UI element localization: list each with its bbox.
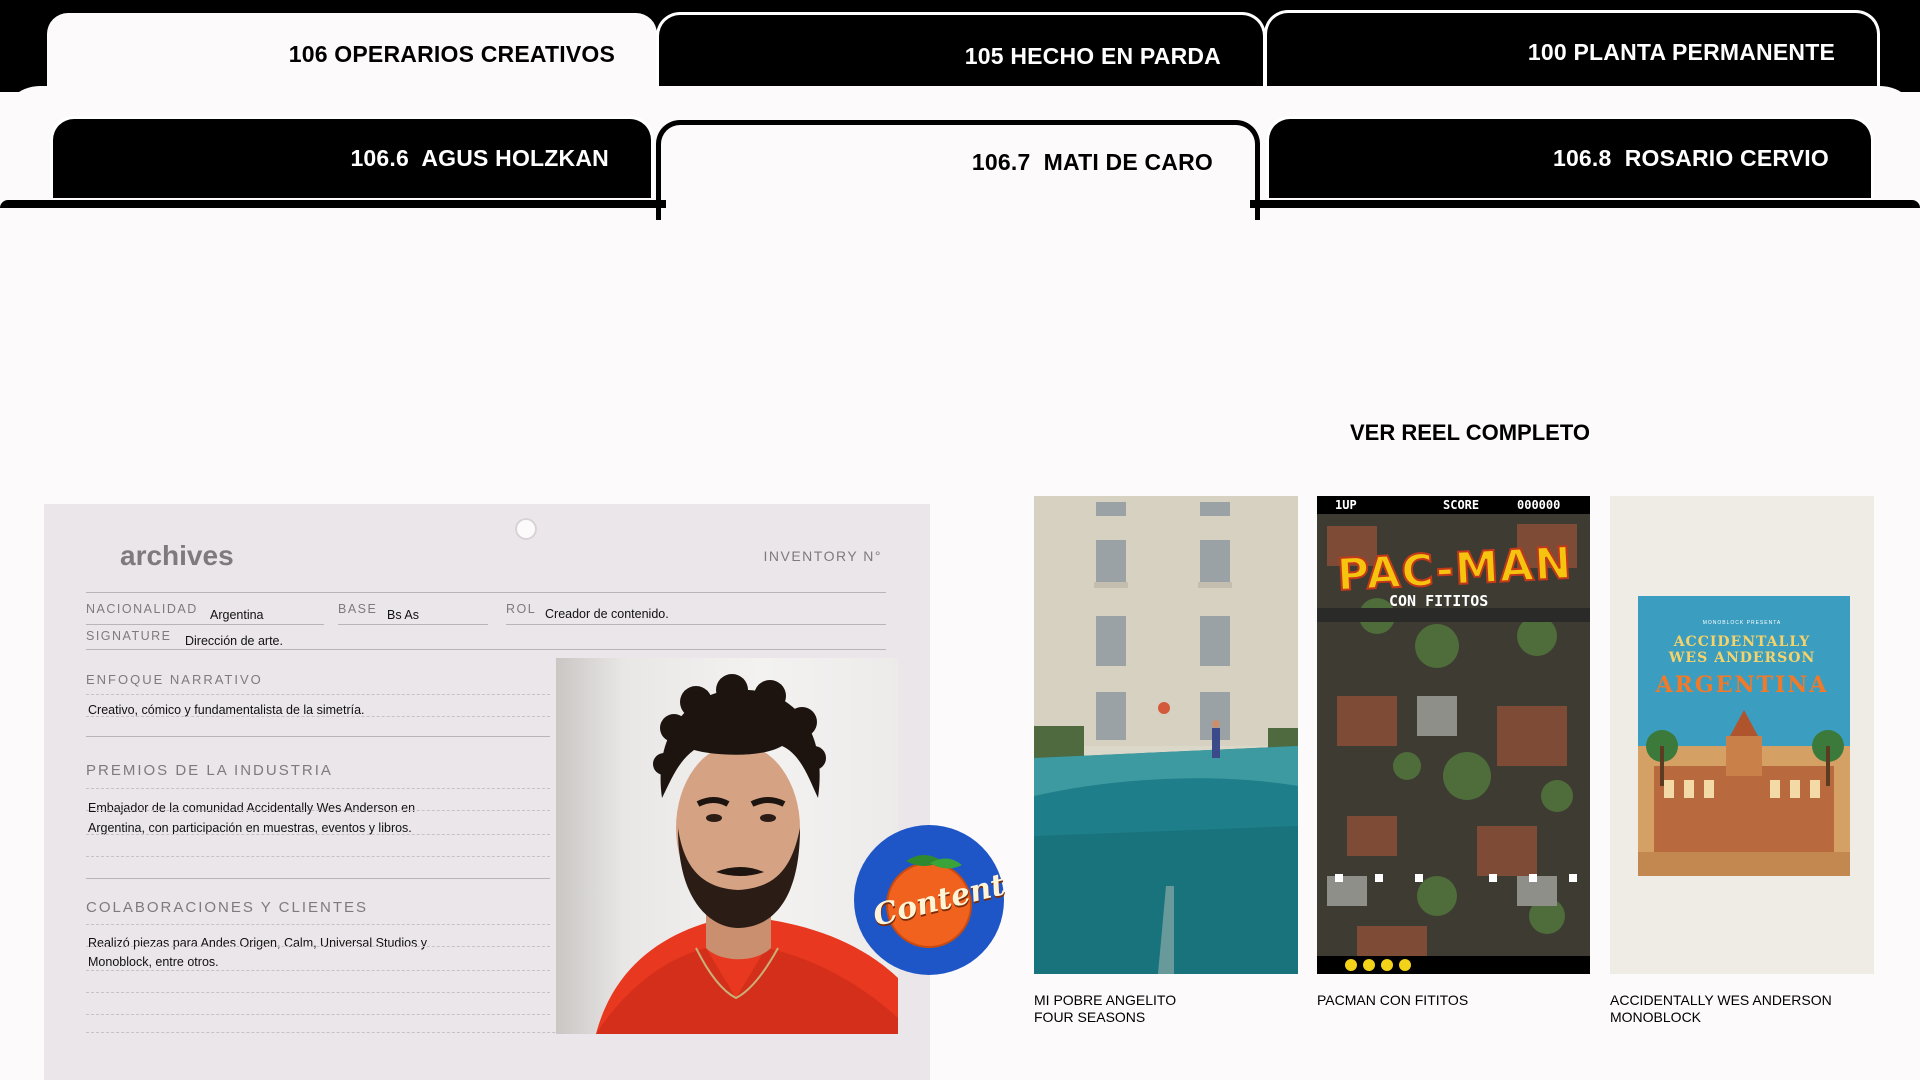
divider bbox=[86, 834, 550, 835]
signature-label: SIGNATURE bbox=[86, 629, 172, 643]
divider bbox=[86, 970, 550, 971]
tab-label: 106.6 AGUS HOLZKAN bbox=[350, 145, 609, 171]
work-title: ACCIDENTALLY WES ANDERSON bbox=[1610, 992, 1832, 1008]
colaboraciones-text-line-2: Monoblock, entre otros. bbox=[88, 955, 219, 969]
divider bbox=[86, 992, 550, 993]
poster-title-line-1: ACCIDENTALLY bbox=[1673, 634, 1811, 650]
work-title: MI POBRE ANGELITO bbox=[1034, 992, 1177, 1008]
divider bbox=[86, 946, 550, 947]
work-title: PACMAN CON FITITOS bbox=[1317, 992, 1469, 1008]
work-thumbnail-accidentally-wes-anderson[interactable]: MONOBLOCK PRESENTA ACCIDENTALLY WES ANDE… bbox=[1610, 496, 1874, 974]
enfoque-narrativo-text: Creativo, cómico y fundamentalista de la… bbox=[88, 703, 365, 717]
pacman-score-value: 000000 bbox=[1517, 498, 1561, 512]
tab-label: 100 PLANTA PERMANENTE bbox=[1527, 39, 1835, 65]
active-tab-opening bbox=[666, 196, 1250, 214]
divider bbox=[86, 924, 550, 925]
poster-title-line-3: ARGENTINA bbox=[1655, 672, 1829, 698]
base-label: BASE bbox=[338, 602, 378, 616]
divider bbox=[86, 810, 550, 811]
work-caption-accidentally-wes-anderson[interactable]: ACCIDENTALLY WES ANDERSON MONOBLOCK bbox=[1610, 992, 1832, 1026]
premios-text-line-2: Argentina, con participación en muestras… bbox=[88, 821, 412, 835]
divider bbox=[86, 649, 886, 650]
pacman-1up: 1UP bbox=[1335, 498, 1357, 512]
colaboraciones-clientes-title: COLABORACIONES Y CLIENTES bbox=[86, 899, 369, 916]
rol-label: ROL bbox=[506, 602, 537, 616]
work-caption-mi-pobre-angelito[interactable]: MI POBRE ANGELITO FOUR SEASONS bbox=[1034, 992, 1176, 1026]
divider bbox=[506, 624, 886, 625]
colaboraciones-text-line-1: Realizó piezas para Andes Origen, Calm, … bbox=[88, 936, 428, 950]
divider bbox=[338, 624, 488, 625]
work-thumbnail-pacman-con-fititos[interactable]: 1UP SCORE 000000 PAC-MAN CON FITITOS bbox=[1317, 496, 1590, 974]
work-client: FOUR SEASONS bbox=[1034, 1009, 1146, 1025]
premios-industria-title: PREMIOS DE LA INDUSTRIA bbox=[86, 762, 333, 779]
tab-planta-permanente[interactable]: 100 PLANTA PERMANENTE bbox=[1264, 10, 1880, 96]
signature-value: Dirección de arte. bbox=[185, 634, 283, 648]
wes-anderson-poster bbox=[1610, 496, 1874, 974]
inventory-number-label: INVENTORY N° bbox=[763, 548, 882, 564]
pacman-score-label: SCORE bbox=[1443, 498, 1480, 512]
pool-photo bbox=[1034, 496, 1298, 974]
pacman-subtitle: CON FITITOS bbox=[1389, 592, 1489, 610]
divider bbox=[86, 1014, 550, 1015]
work-client: MONOBLOCK bbox=[1610, 1009, 1702, 1025]
portrait-illustration bbox=[596, 674, 898, 1034]
nacionalidad-label: NACIONALIDAD bbox=[86, 602, 198, 616]
ver-reel-completo-link[interactable]: VER REEL COMPLETO bbox=[1340, 420, 1600, 446]
divider bbox=[86, 716, 550, 717]
poster-title-line-2: WES ANDERSON bbox=[1668, 650, 1816, 666]
divider bbox=[86, 624, 324, 625]
nacionalidad-value: Argentina bbox=[210, 608, 264, 622]
premios-text-line-1: Embajador de la comunidad Accidentally W… bbox=[88, 801, 416, 815]
portrait-photo bbox=[556, 658, 898, 1034]
divider bbox=[86, 592, 886, 593]
enfoque-narrativo-title: ENFOQUE NARRATIVO bbox=[86, 672, 263, 687]
tab-operarios-creativos[interactable]: 106 OPERARIOS CREATIVOS bbox=[44, 10, 660, 96]
divider bbox=[86, 856, 550, 857]
archives-logo: archives bbox=[120, 540, 234, 571]
work-thumbnail-mi-pobre-angelito[interactable] bbox=[1034, 496, 1298, 974]
content-badge[interactable]: Content bbox=[854, 825, 1009, 975]
poster-top-text: MONOBLOCK PRESENTA bbox=[1702, 620, 1782, 626]
base-value: Bs As bbox=[387, 608, 419, 622]
divider bbox=[86, 878, 550, 879]
tab-label: 106.8 ROSARIO CERVIO bbox=[1552, 145, 1829, 171]
tab-label: 106 OPERARIOS CREATIVOS bbox=[288, 41, 615, 67]
divider bbox=[86, 788, 550, 789]
tab-rosario-cervio[interactable]: 106.8 ROSARIO CERVIO bbox=[1266, 116, 1874, 198]
divider bbox=[86, 736, 550, 737]
card-punch-hole bbox=[515, 518, 537, 540]
work-caption-pacman-con-fititos[interactable]: PACMAN CON FITITOS bbox=[1317, 992, 1468, 1009]
tab-agus-holzkan[interactable]: 106.6 AGUS HOLZKAN bbox=[50, 116, 654, 198]
page: 106 OPERARIOS CREATIVOS 105 HECHO EN PAR… bbox=[0, 0, 1920, 1080]
divider bbox=[86, 694, 550, 695]
tab-label: 105 HECHO EN PARDA bbox=[964, 43, 1221, 69]
tab-label: 106.7 MATI DE CARO bbox=[971, 149, 1213, 175]
rol-value: Creador de contenido. bbox=[545, 607, 669, 621]
